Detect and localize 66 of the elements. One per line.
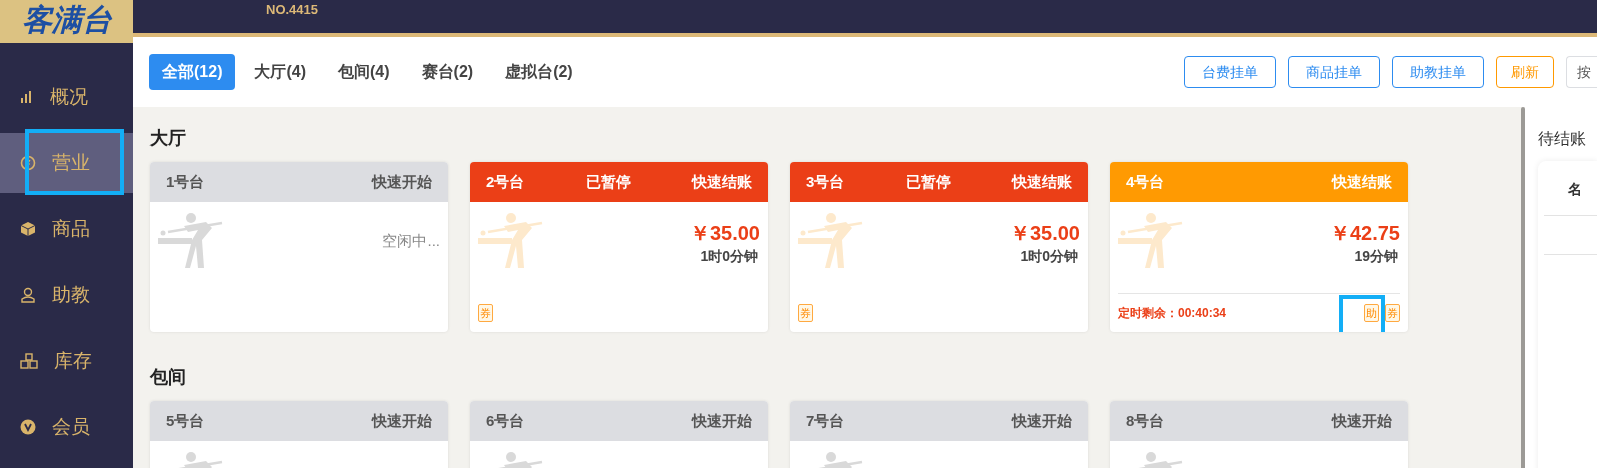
table-card[interactable]: 7号台 快速开始 (790, 401, 1088, 468)
table-card[interactable]: 5号台 快速开始 (150, 401, 448, 468)
nav-item[interactable]: 助教 (0, 265, 133, 325)
table-name: 8号台 (1126, 410, 1165, 431)
toolbar-button[interactable]: 商品挂单 (1288, 56, 1380, 88)
quick-action-link[interactable]: 快速开始 (372, 409, 432, 433)
table-card[interactable]: 8号台 快速开始 (1110, 401, 1408, 468)
filter-tab[interactable]: 赛台(2) (408, 54, 487, 90)
panel-title: 待结账 (1538, 129, 1587, 149)
billiards-player-icon (798, 212, 864, 268)
quick-action-link[interactable]: 快速开始 (372, 170, 432, 194)
filter-tab[interactable]: 虚拟台(2) (492, 54, 586, 90)
nav-item[interactable]: 概况 (0, 67, 133, 127)
filter-tab[interactable]: 全部(12) (149, 54, 236, 90)
table-card[interactable]: 3号台 已暂停 快速结账 ￥35.00 1时0分钟 券 (790, 162, 1088, 332)
table-name: 6号台 (486, 410, 525, 431)
status-label: 已暂停 (905, 171, 951, 192)
table-card[interactable]: 6号台 快速开始 (470, 401, 768, 468)
tag: 券 (798, 304, 813, 322)
table-card[interactable]: 2号台 已暂停 快速结账 ￥35.00 1时0分钟 券 (470, 162, 768, 332)
price: ￥35.00 (1009, 221, 1080, 246)
coin-icon (20, 155, 36, 171)
table-name: 7号台 (806, 410, 845, 431)
section-title: 包间 (150, 366, 186, 389)
quick-action-link[interactable]: 快速开始 (1012, 409, 1072, 433)
table-name: 3号台 (806, 171, 845, 192)
toolbar-button[interactable]: 台费挂单 (1184, 56, 1276, 88)
price: ￥42.75 (1329, 221, 1400, 246)
duration: 1时0分钟 (700, 247, 758, 266)
billiards-player-icon (478, 212, 544, 268)
filter-tab[interactable]: 大厅(4) (241, 54, 319, 90)
price: ￥35.00 (689, 221, 760, 246)
vip-badge-icon (20, 419, 36, 435)
table-name: 4号台 (1126, 171, 1165, 192)
table-card[interactable]: 1号台 快速开始 空闲中... (150, 162, 448, 332)
filter-tab[interactable]: 包间(4) (325, 54, 403, 90)
quick-action-link[interactable]: 快速开始 (692, 409, 752, 433)
stacked-boxes-icon (20, 353, 38, 369)
nav-item[interactable]: 库存 (0, 331, 133, 391)
table-card[interactable]: 4号台 快速结账 ￥42.75 19分钟 定时剩余：00:40:34 助 券 (1110, 162, 1408, 332)
column-header: 名 (1568, 181, 1582, 197)
idle-status: 空闲中... (382, 231, 440, 251)
tag: 券 (1385, 304, 1400, 322)
quick-action-link[interactable]: 快速结账 (692, 170, 752, 194)
quick-action-link[interactable]: 快速开始 (1332, 409, 1392, 433)
table-name: 5号台 (166, 410, 205, 431)
duration: 1时0分钟 (1020, 247, 1078, 266)
person-icon (20, 287, 36, 303)
toolbar-button[interactable]: 按 (1566, 56, 1597, 88)
nav-item[interactable]: 商品 (0, 199, 133, 259)
tag: 券 (478, 304, 493, 322)
store-number: NO.4415 (266, 1, 320, 19)
box-icon (20, 221, 36, 237)
billiards-player-icon (1118, 212, 1184, 268)
section-title: 大厅 (150, 127, 186, 150)
logo: 客满台 (21, 2, 112, 38)
bar-chart-icon (20, 90, 34, 104)
status-label: 已暂停 (585, 171, 631, 192)
duration: 19分钟 (1354, 247, 1398, 266)
timer-remaining: 定时剩余：00:40:34 (1118, 305, 1227, 322)
toolbar-button[interactable]: 助教挂单 (1392, 56, 1484, 88)
quick-action-link[interactable]: 快速结账 (1012, 170, 1072, 194)
table-name: 1号台 (166, 171, 205, 192)
table-name: 2号台 (486, 171, 525, 192)
billiards-player-icon (158, 212, 224, 268)
nav-item[interactable]: 会员 (0, 397, 133, 457)
